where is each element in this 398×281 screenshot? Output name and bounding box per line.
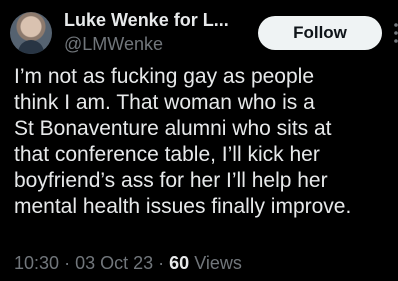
author-names: Luke Wenke for L... @LMWenke <box>64 9 264 55</box>
tweet-time[interactable]: 10:30 <box>14 253 59 273</box>
meta-separator: · <box>158 253 165 273</box>
tweet-header: Luke Wenke for L... @LMWenke Follow <box>10 8 398 56</box>
author-display-name[interactable]: Luke Wenke for L... <box>64 9 264 31</box>
more-vertical-icon[interactable] <box>393 22 398 44</box>
author-handle[interactable]: @LMWenke <box>64 33 264 55</box>
tweet-card: Luke Wenke for L... @LMWenke Follow I’m … <box>0 0 398 281</box>
views-count: 60 <box>169 253 190 273</box>
follow-button[interactable]: Follow <box>258 16 382 50</box>
author-avatar[interactable] <box>10 12 52 54</box>
tweet-text: I’m not as fucking gay as people think I… <box>14 65 352 218</box>
meta-separator: · <box>64 253 71 273</box>
tweet-date[interactable]: 03 Oct 23 <box>75 253 153 273</box>
views-label: Views <box>194 253 242 273</box>
tweet-meta: 10:30 · 03 Oct 23 · 60 Views <box>14 252 242 274</box>
